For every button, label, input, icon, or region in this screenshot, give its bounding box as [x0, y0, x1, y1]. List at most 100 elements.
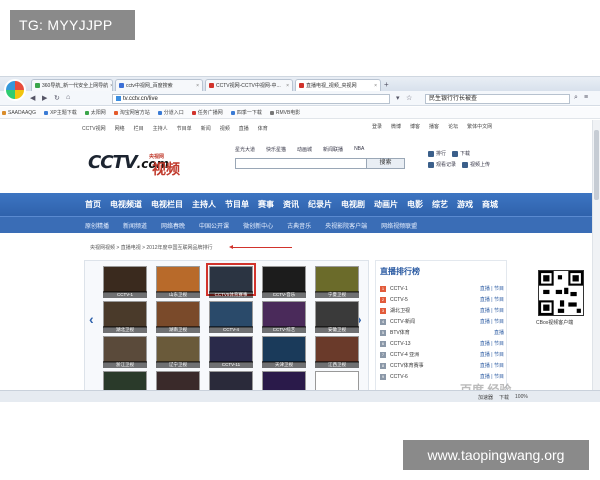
- top-nav-link[interactable]: 体育: [258, 125, 268, 132]
- refresh-icon[interactable]: ↻: [54, 94, 60, 102]
- main-nav-item[interactable]: 电视频道: [110, 199, 142, 210]
- sub-nav-item[interactable]: 微创新中心: [243, 221, 273, 230]
- sub-nav-item[interactable]: 原创精播: [85, 221, 109, 230]
- bookmark-item[interactable]: 分道入口: [157, 109, 184, 116]
- site-search-button[interactable]: 搜索: [366, 158, 405, 169]
- ranking-row[interactable]: 8 CCTV体育赛事 直播 | 节目: [380, 360, 504, 371]
- channel-tile[interactable]: 山东卫视: [156, 266, 200, 299]
- ranking-actions[interactable]: 直播 | 节目: [480, 362, 504, 369]
- ranking-actions[interactable]: 直播 | 节目: [480, 318, 504, 325]
- sub-nav-item[interactable]: 新闻频道: [123, 221, 147, 230]
- hot-search-link[interactable]: 动画城: [297, 146, 312, 153]
- bookmark-item[interactable]: 淘宝网官方站: [113, 109, 150, 116]
- ranking-actions[interactable]: 直播 | 节目: [480, 351, 504, 358]
- sub-nav-item[interactable]: 古典音乐: [287, 221, 311, 230]
- account-link[interactable]: 播客: [429, 123, 439, 130]
- ranking-row[interactable]: 7 CCTV-4 亚洲 直播 | 节目: [380, 349, 504, 360]
- ranking-channel-name[interactable]: CCTV-1: [390, 286, 408, 292]
- forward-icon[interactable]: ▶: [42, 94, 47, 102]
- search-icon[interactable]: ⌕: [574, 94, 578, 102]
- back-icon[interactable]: ◀: [30, 94, 35, 102]
- menu-icon[interactable]: ≡: [584, 94, 588, 101]
- channel-tile[interactable]: 浙江卫视: [103, 336, 147, 369]
- main-nav-item[interactable]: 电影: [407, 199, 423, 210]
- tab-4-active[interactable]: 直播电视_视频_央视网 ×: [295, 79, 381, 91]
- channel-tile[interactable]: 湖南卫视: [156, 301, 200, 334]
- sub-nav-item[interactable]: 网络春晚: [161, 221, 185, 230]
- close-icon[interactable]: ×: [372, 83, 377, 89]
- channel-tile[interactable]: CCTV-4: [209, 301, 253, 334]
- account-link[interactable]: 繁体中文网: [467, 123, 492, 130]
- ranking-channel-name[interactable]: CCTV-4 亚洲: [390, 351, 419, 358]
- ranking-actions[interactable]: 直播 | 节目: [480, 285, 504, 292]
- account-link[interactable]: 登录: [372, 123, 382, 130]
- channel-tile[interactable]: 辽宁卫视: [156, 336, 200, 369]
- home-icon[interactable]: ⌂: [66, 94, 70, 101]
- hot-search-link[interactable]: NBA: [354, 146, 364, 153]
- channel-tile[interactable]: CCTV-11: [209, 336, 253, 369]
- ranking-channel-name[interactable]: CCTV体育赛事: [390, 362, 424, 369]
- ranking-actions[interactable]: 直播 | 节目: [480, 373, 504, 380]
- main-nav-item[interactable]: 首页: [85, 199, 101, 210]
- ranking-actions[interactable]: 直播: [494, 329, 504, 336]
- url-input[interactable]: tv.cctv.cn/live: [112, 94, 390, 104]
- channel-tile[interactable]: CCTV-综艺: [262, 301, 306, 334]
- star-icon[interactable]: ☆: [406, 94, 412, 102]
- sub-nav-item[interactable]: 央视影院客户端: [325, 221, 367, 230]
- close-icon[interactable]: ×: [108, 83, 112, 89]
- page-scrollbar[interactable]: [592, 120, 600, 390]
- close-icon[interactable]: ×: [284, 83, 289, 89]
- top-nav-link[interactable]: 直播: [239, 125, 249, 132]
- ranking-channel-name[interactable]: CCTV-6: [390, 374, 408, 380]
- quick-link-upload[interactable]: 视频上传: [462, 161, 490, 168]
- status-item[interactable]: 下载: [499, 394, 509, 401]
- close-icon[interactable]: ×: [194, 83, 199, 89]
- tab-3[interactable]: CCTV视网-CCTV中视网-中... ×: [205, 79, 293, 91]
- top-nav-link[interactable]: 视频: [220, 125, 230, 132]
- ranking-row[interactable]: 4 CCTV-新闻 直播 | 节目: [380, 316, 504, 327]
- channel-tile[interactable]: CCTV-1: [103, 266, 147, 299]
- main-nav-item[interactable]: 节目单: [225, 199, 249, 210]
- ranking-actions[interactable]: 直播 | 节目: [480, 340, 504, 347]
- bookmark-item[interactable]: XP主题下载: [44, 109, 77, 116]
- main-nav-item[interactable]: 综艺: [432, 199, 448, 210]
- main-nav-item[interactable]: 动画片: [374, 199, 398, 210]
- main-nav-item[interactable]: 赛事: [258, 199, 274, 210]
- main-nav-item[interactable]: 电视剧: [341, 199, 365, 210]
- main-nav-item[interactable]: 资讯: [283, 199, 299, 210]
- ranking-row[interactable]: 2 CCTV-5 直播 | 节目: [380, 294, 504, 305]
- quick-link-history[interactable]: 观看记录: [428, 161, 456, 168]
- bookmark-item[interactable]: 太阳网: [84, 109, 106, 116]
- prev-arrow-icon[interactable]: ‹: [89, 311, 94, 327]
- status-item[interactable]: 100%: [515, 394, 528, 401]
- channel-tile[interactable]: 天津卫视: [262, 336, 306, 369]
- bookmark-item[interactable]: 四季一下载: [230, 109, 262, 116]
- ranking-row[interactable]: 1 CCTV-1 直播 | 节目: [380, 283, 504, 294]
- ranking-channel-name[interactable]: CCTV-5: [390, 297, 408, 303]
- hot-search-link[interactable]: 星光大道: [235, 146, 255, 153]
- channel-tile[interactable]: 宁夏卫视: [315, 266, 359, 299]
- bookmark-item[interactable]: RMVB电影: [269, 109, 300, 116]
- top-nav-link[interactable]: 新闻: [201, 125, 211, 132]
- tab-2[interactable]: cctv中视网_百度搜索 ×: [115, 79, 203, 91]
- quick-link-rank[interactable]: 排行: [428, 150, 446, 157]
- ranking-row[interactable]: 6 CCTV-13 直播 | 节目: [380, 338, 504, 349]
- sub-nav-item[interactable]: 网络视频联盟: [381, 221, 417, 230]
- top-nav-link[interactable]: 网络: [115, 125, 125, 132]
- new-tab-button[interactable]: +: [384, 80, 389, 89]
- ranking-channel-name[interactable]: CCTV-13: [390, 341, 411, 347]
- quick-link-download[interactable]: 下载: [452, 150, 470, 157]
- bookmark-item[interactable]: 任务广播网: [191, 109, 223, 116]
- channel-tile[interactable]: 湖北卫视: [103, 301, 147, 334]
- channel-tile[interactable]: CCTV5体育赛事: [206, 263, 256, 299]
- browser-logo-icon[interactable]: [4, 79, 26, 101]
- main-nav-item[interactable]: 游戏: [457, 199, 473, 210]
- ranking-actions[interactable]: 直播 | 节目: [480, 296, 504, 303]
- main-nav-item[interactable]: 纪录片: [308, 199, 332, 210]
- hot-search-link[interactable]: 快乐星猫: [266, 146, 286, 153]
- main-nav-item[interactable]: 电视栏目: [151, 199, 183, 210]
- tab-1[interactable]: 360导航_新一代安全上网导航 ×: [31, 79, 113, 91]
- top-nav-link[interactable]: 主持人: [153, 125, 168, 132]
- account-link[interactable]: 博客: [410, 123, 420, 130]
- ranking-row[interactable]: 5 BTV体育 直播: [380, 327, 504, 338]
